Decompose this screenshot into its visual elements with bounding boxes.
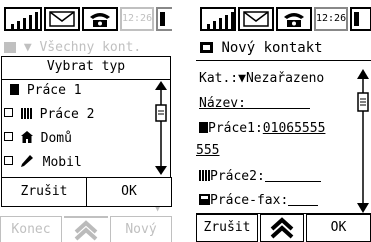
work-fax-field[interactable]: Práce-fax: [199, 191, 319, 211]
scrollbar-arrows-icon [357, 69, 369, 213]
home-icon [20, 131, 33, 143]
work2-field[interactable]: Práce2: [199, 167, 321, 187]
menu-softkey[interactable] [64, 216, 108, 241]
select-type-dialog: Vybrat typ Práce 1 Práce 2 Domů Mobil Zr… [1, 56, 172, 207]
background-header: ▼ Všechny kont. [4, 38, 141, 58]
right-phone-screen: 12:26 Nový kontakt Kat.:▼Nezařazeno Náze… [196, 0, 371, 242]
address-book-icon [4, 42, 16, 53]
name-field[interactable]: Název: [199, 94, 310, 114]
exit-softkey[interactable]: Konec [0, 216, 62, 242]
ok-button[interactable]: OK [306, 214, 371, 242]
screen-divider [183, 0, 184, 242]
cancel-button[interactable]: Zrušit [196, 214, 258, 242]
chevron-up-icon [270, 217, 294, 239]
background-softkeys: Konec Nový [0, 214, 172, 242]
signal-icon [4, 7, 42, 31]
list-item-work-2[interactable]: Práce 2 [4, 105, 94, 125]
contact-form: Kat.:▼Nezařazeno Název: Práce1:01065555 … [196, 60, 371, 214]
form-scrollbar[interactable] [356, 69, 370, 213]
phone-icon [82, 7, 118, 31]
address-book-icon [200, 42, 213, 53]
work1-field[interactable]: Práce1:01065555 [199, 119, 325, 139]
checkbox[interactable] [4, 156, 13, 165]
phone-icon [276, 7, 312, 31]
menu-button[interactable] [260, 214, 304, 242]
chevron-up-icon [74, 220, 98, 241]
message-icon [44, 7, 80, 31]
cancel-button[interactable]: Zrušit [1, 177, 87, 207]
checkbox[interactable] [4, 132, 13, 141]
list-item-mobile[interactable]: Mobil [4, 153, 82, 173]
work-phone-icon [199, 122, 208, 133]
battery-icon [156, 7, 172, 31]
background-header-text: Všechny kont. [39, 40, 142, 55]
scrollbar-arrows-icon [155, 81, 167, 175]
clock: 12:26 [120, 7, 154, 31]
status-bar: 12:26 [196, 0, 371, 36]
work1-field-continued: 555 [196, 143, 220, 158]
type-list: Práce 1 Práce 2 Domů Mobil [2, 79, 170, 177]
mobile-icon [20, 155, 33, 167]
left-phone-screen: 12:26 ▼ Všechny kont. Hledí ho ▼ Konec N… [0, 0, 172, 242]
list-item-work-1[interactable]: Práce 1 [10, 81, 82, 101]
clock: 12:26 [314, 7, 348, 31]
new-softkey[interactable]: Nový [110, 216, 172, 242]
clock-text: 12:26 [316, 13, 347, 24]
dialog-scrollbar[interactable] [154, 81, 168, 175]
message-icon [238, 7, 274, 31]
dialog-title: Vybrat typ [2, 57, 170, 80]
category-field[interactable]: Kat.:▼Nezařazeno [199, 69, 324, 89]
dropdown-arrow-icon: ▼ [238, 71, 246, 86]
ok-button[interactable]: OK [86, 177, 172, 207]
signal-icon [200, 7, 236, 31]
work-phone-icon [10, 84, 19, 95]
dropdown-arrow-icon: ▼ [23, 40, 32, 55]
status-bar: 12:26 [0, 0, 172, 36]
checkbox[interactable] [4, 108, 13, 117]
work-building-icon [20, 108, 32, 119]
battery-icon [350, 7, 371, 31]
clock-text: 12:26 [122, 13, 153, 24]
work-building-icon [199, 170, 210, 181]
list-item-home[interactable]: Domů [4, 129, 72, 149]
page-title: Nový kontakt [200, 38, 323, 58]
fax-icon [199, 194, 210, 205]
